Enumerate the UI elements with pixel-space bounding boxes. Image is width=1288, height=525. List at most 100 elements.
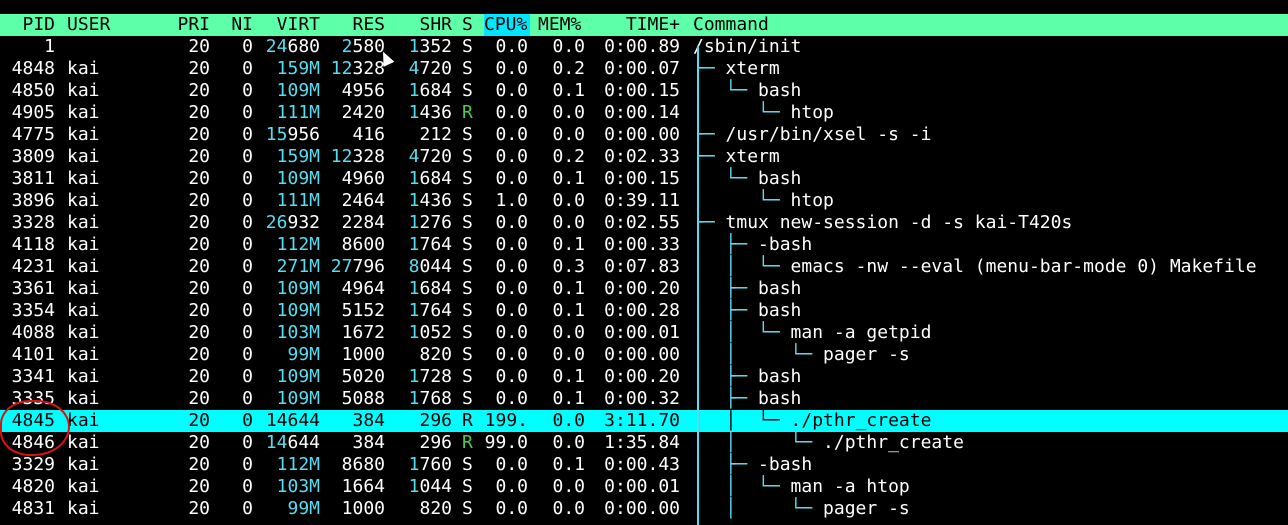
cell-res: 5088	[325, 388, 385, 410]
cell-pri: 20	[188, 344, 210, 365]
cell-cpu: 99.0	[484, 432, 528, 453]
cell-virt: 109M	[260, 300, 320, 322]
process-row[interactable]: 3329 kai 20 0 0.0 0.1 0:00.43 112M 8680 1760 S │ ├─…	[0, 454, 1288, 476]
cell-shr: 4720	[395, 146, 452, 168]
cell-virt-high: 109M	[276, 366, 320, 387]
cell-state: S	[462, 234, 473, 255]
cell-shr-high: 1	[408, 322, 420, 343]
col-user-header[interactable]: USER	[67, 14, 157, 36]
cell-pri: 20	[188, 498, 210, 519]
cell-command: │ │ └─ pager -s	[693, 498, 1288, 520]
cell-pri: 20	[188, 388, 210, 409]
process-row[interactable]: 4820 kai 20 0 0.0 0.0 0:00.01 103M 1664 1044 S │ │ …	[0, 476, 1288, 498]
col-virt-header[interactable]: VIRT	[260, 14, 320, 36]
cell-shr-low: 720	[419, 58, 452, 79]
cell-shr-low: 212	[419, 124, 452, 145]
process-row[interactable]: 4101 kai 20 0 0.0 0.0 0:00.00 99M 1000 820 S │ │ └─…	[0, 344, 1288, 366]
cell-user: kai	[67, 190, 100, 211]
col-state-header[interactable]: S	[462, 14, 476, 36]
cell-res-low: 4964	[341, 278, 385, 299]
process-row[interactable]: 4775 kai 20 0 0.0 0.0 0:00.00 15956 416 212 S ├─ /u…	[0, 124, 1288, 146]
cell-mem: 0.0	[552, 322, 585, 343]
cell-shr: 4720	[395, 58, 452, 80]
process-row[interactable]: 3328 kai 20 0 0.0 0.0 0:02.55 26932 2284 1276 S ├─ …	[0, 212, 1288, 234]
process-row[interactable]: 3335 kai 20 0 0.0 0.1 0:00.32 109M 5088 1768 S │ ├─…	[0, 388, 1288, 410]
cell-command: ├─ xterm	[693, 58, 1288, 80]
cell-virt: 159M	[260, 146, 320, 168]
cell-command: /sbin/init	[693, 36, 1288, 58]
cell-shr-high: 4	[408, 58, 420, 79]
cell-pri: 20	[188, 300, 210, 321]
col-cpu-header[interactable]: CPU%	[484, 14, 530, 36]
process-row[interactable]: 4231 kai 20 0 0.0 0.3 0:07.83 271M 27796 8044 S │ │…	[0, 256, 1288, 278]
cell-res: 2580	[325, 36, 385, 58]
col-res-header[interactable]: RES	[325, 14, 385, 36]
cell-res-low: 8680	[341, 454, 385, 475]
cell-shr: 1768	[395, 388, 452, 410]
col-ni-header[interactable]: NI	[215, 14, 253, 36]
cell-virt-high: 271M	[276, 256, 320, 277]
process-row[interactable]: 4848 kai 20 0 0.0 0.2 0:00.07 159M 12328 4720 S ├─ …	[0, 58, 1288, 80]
cell-cpu: 0.0	[495, 168, 528, 189]
cell-pid: 4118	[11, 234, 55, 255]
cell-cpu: 0.0	[495, 454, 528, 475]
process-row[interactable]: 3341 kai 20 0 0.0 0.1 0:00.20 109M 5020 1728 S │ ├─…	[0, 366, 1288, 388]
cell-res: 5020	[325, 366, 385, 388]
cell-state: S	[462, 278, 473, 299]
tree-branch: │ │ └─	[693, 410, 791, 431]
cell-pri: 20	[188, 190, 210, 211]
process-row[interactable]: 4831 kai 20 0 0.0 0.0 0:00.00 99M 1000 820 S │ │ └─…	[0, 498, 1288, 520]
process-row[interactable]: 3809 kai 20 0 0.0 0.2 0:02.33 159M 12328 4720 S ├─ …	[0, 146, 1288, 168]
process-row[interactable]: 4905 kai 20 0 0.0 0.0 0:00.14 111M 2420 1436 R │ └─…	[0, 102, 1288, 124]
process-row[interactable]: 3354 kai 20 0 0.0 0.1 0:00.28 109M 5152 1764 S │ ├─…	[0, 300, 1288, 322]
selected-process-row[interactable]: 4845 kai 20 0 199. 0.0 3:11.70 14644 384 296 R │ │ …	[0, 410, 1288, 432]
cell-virt-low: 932	[287, 212, 320, 233]
process-row[interactable]: 4846 kai 20 0 99.0 0.0 1:35.84 14644 384 296 R │ │ …	[0, 432, 1288, 454]
cell-virt-high: 159M	[276, 58, 320, 79]
cell-user: kai	[67, 344, 100, 365]
cell-cpu: 0.0	[495, 58, 528, 79]
cell-virt: 111M	[260, 190, 320, 212]
cell-shr: 820	[395, 498, 452, 520]
cell-virt: 24680	[260, 36, 320, 58]
process-row[interactable]: 4850 kai 20 0 0.0 0.1 0:00.15 109M 4956 1684 S │ └─…	[0, 80, 1288, 102]
cell-user: kai	[67, 322, 100, 343]
process-row[interactable]: 3361 kai 20 0 0.0 0.1 0:00.20 109M 4964 1684 S │ ├─…	[0, 278, 1288, 300]
process-row[interactable]: 1 20 0 0.0 0.0 0:00.89 24680 2580 1352 S/sbin/ini…	[0, 36, 1288, 58]
process-row[interactable]: 3811 kai 20 0 0.0 0.1 0:00.15 109M 4960 1684 S │ └─…	[0, 168, 1288, 190]
col-shr-header[interactable]: SHR	[395, 14, 452, 36]
col-pid-header[interactable]: PID	[0, 14, 55, 36]
cell-ni: 0	[242, 146, 253, 167]
col-mem-header[interactable]: MEM%	[538, 14, 586, 36]
tree-branch: │ │ └─	[693, 256, 791, 277]
cell-user: kai	[67, 454, 100, 475]
cell-shr-high: 1	[408, 454, 420, 475]
cell-cpu: 0.0	[495, 476, 528, 497]
cell-time: 0:00.01	[604, 322, 680, 343]
process-row[interactable]: 3896 kai 20 0 1.0 0.0 0:39.11 111M 2464 1436 S │ └─…	[0, 190, 1288, 212]
cell-command: │ └─ htop	[693, 102, 1288, 124]
cell-virt-low: 680	[287, 36, 320, 57]
cell-pri: 20	[188, 168, 210, 189]
cell-virt-high: 15	[265, 124, 288, 145]
command-text: bash	[758, 168, 802, 189]
cell-shr: 820	[395, 344, 452, 366]
tree-branch: │ │ └─	[693, 432, 824, 453]
command-text: -bash	[758, 454, 813, 475]
cell-cpu: 0.0	[495, 146, 528, 167]
process-row[interactable]: 4118 kai 20 0 0.0 0.1 0:00.33 112M 8600 1764 S │ ├─…	[0, 234, 1288, 256]
cell-virt-high: 109M	[276, 168, 320, 189]
process-row[interactable]: 4088 kai 20 0 0.0 0.0 0:00.01 103M 1672 1052 S │ │ …	[0, 322, 1288, 344]
cell-time: 0:00.00	[604, 124, 680, 145]
cell-shr-low: 764	[419, 234, 452, 255]
command-text: bash	[758, 80, 802, 101]
tree-branch: │ └─	[693, 190, 791, 211]
cell-pri: 20	[188, 366, 210, 387]
col-pri-header[interactable]: PRI	[170, 14, 210, 36]
col-command-header[interactable]: Command	[693, 14, 793, 36]
cell-res-low: 4960	[341, 168, 385, 189]
cell-ni: 0	[242, 102, 253, 123]
cell-virt-high: 112M	[276, 234, 320, 255]
cell-cpu: 0.0	[495, 344, 528, 365]
col-time-header[interactable]: TIME+	[595, 14, 680, 36]
